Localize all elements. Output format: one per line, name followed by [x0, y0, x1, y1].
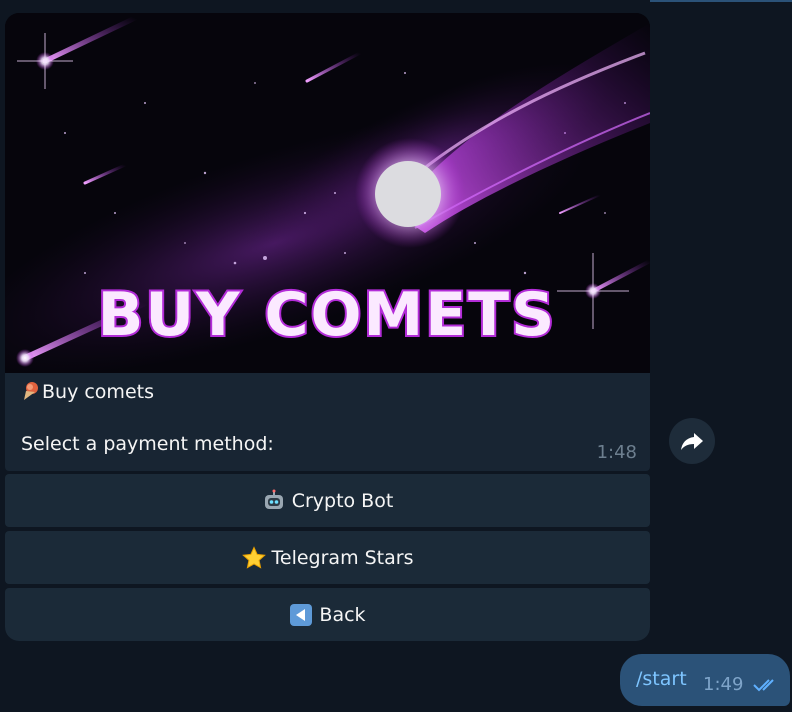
message-time: 1:48: [596, 442, 637, 463]
back-button[interactable]: Back: [5, 588, 650, 641]
back-arrow-icon: [290, 603, 313, 626]
crypto-bot-label: Crypto Bot: [291, 489, 394, 512]
message-title-text: Buy comets: [42, 381, 154, 403]
forward-button[interactable]: [669, 418, 715, 464]
outgoing-text: /start: [636, 668, 687, 690]
header-accent-line: [650, 0, 792, 2]
read-double-check-icon: [753, 679, 774, 692]
banner-title: BUY COMETS: [98, 280, 557, 350]
star-icon: [241, 545, 266, 569]
robot-icon: [264, 489, 283, 509]
ice-cream-icon: [24, 382, 38, 400]
message-body: Select a payment method:: [21, 433, 274, 455]
telegram-stars-label: Telegram Stars: [271, 546, 414, 569]
comet-banner-image: BUY COMETS: [5, 13, 650, 373]
outgoing-time: 1:49: [703, 674, 744, 695]
telegram-stars-button[interactable]: Telegram Stars: [5, 531, 650, 584]
bot-message: BUY COMETS Buy comets Select a payment m…: [5, 13, 650, 471]
forward-arrow-icon: [681, 433, 703, 450]
back-label: Back: [319, 603, 366, 626]
outgoing-message: /start 1:49: [620, 654, 790, 706]
crypto-bot-button[interactable]: Crypto Bot: [5, 474, 650, 527]
message-title: Buy comets: [20, 381, 154, 403]
